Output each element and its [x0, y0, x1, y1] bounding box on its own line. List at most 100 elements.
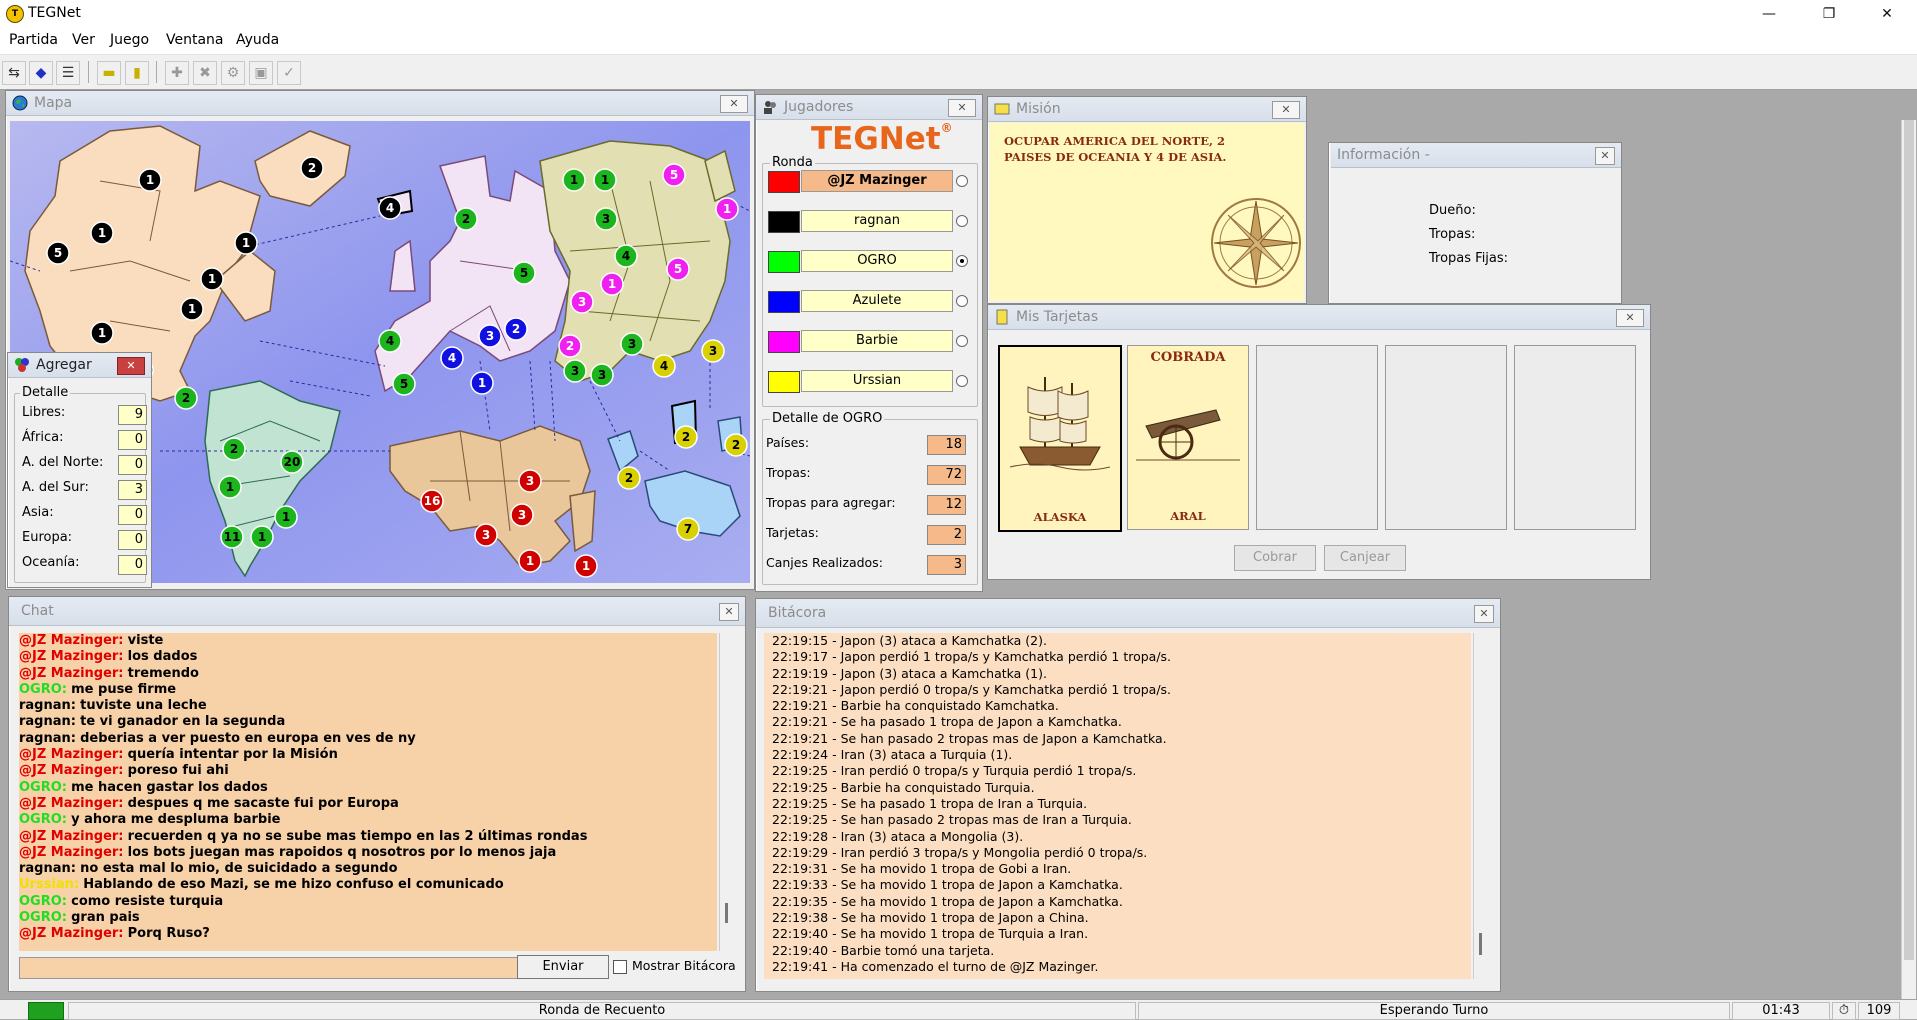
close-icon[interactable]: ✕: [117, 357, 145, 375]
toolbar: ⇆ ◆ ☰ ▬ ▮ ✚ ✖ ⚙ ▣ ✓: [0, 55, 1917, 90]
close-icon[interactable]: ✕: [1474, 605, 1494, 623]
chat-scrollbar[interactable]: [719, 633, 734, 951]
agregar-value[interactable]: 0: [118, 530, 147, 550]
chat-author: OGRO:: [19, 681, 67, 697]
card-slot[interactable]: [1256, 345, 1378, 530]
attack-icon[interactable]: ✖: [193, 61, 217, 85]
chat-message: tremendo: [127, 665, 199, 681]
globe-icon: [12, 95, 28, 111]
card-exchange-icon[interactable]: ▣: [249, 61, 273, 85]
chat-line: @JZ Mazinger: Porq Ruso?: [19, 926, 717, 942]
player-row[interactable]: Azulete: [768, 289, 968, 313]
game-log[interactable]: 22:19:15 - Japon (3) ataca a Kamchatka (…: [764, 633, 1471, 979]
list-icon[interactable]: ☰: [56, 61, 80, 85]
menu-ayuda[interactable]: Ayuda: [236, 32, 279, 48]
close-icon[interactable]: ✕: [720, 95, 748, 113]
mission-icon: [994, 101, 1010, 117]
menu-ver[interactable]: Ver: [72, 32, 95, 48]
player-row[interactable]: ragnan: [768, 209, 968, 233]
player-turn-radio[interactable]: [956, 215, 968, 227]
info-window-title: Información - ✕: [1331, 143, 1621, 168]
detail-value: 2: [927, 525, 966, 545]
chat-author: Urssian:: [19, 877, 80, 893]
card-slot[interactable]: ALASKA: [998, 345, 1122, 532]
detail-value: 18: [927, 435, 966, 455]
add-icon[interactable]: ✚: [165, 61, 189, 85]
chat-line: @JZ Mazinger: recuerden q ya no se sube …: [19, 829, 717, 845]
info-title-text: Información -: [1337, 147, 1430, 163]
chat-message: Porq Ruso?: [127, 926, 210, 942]
mdi-scrollbar[interactable]: [1901, 120, 1916, 1000]
army-count: 3: [482, 528, 490, 542]
minimize-button[interactable]: —: [1746, 0, 1792, 28]
detail-value: 12: [927, 495, 966, 515]
close-button[interactable]: ✕: [1864, 0, 1910, 28]
agregar-row: Libres: 9: [22, 405, 147, 427]
army-count: 1: [146, 173, 154, 187]
log-line: 22:19:28 - Iran (3) ataca a Mongolia (3)…: [772, 828, 1024, 844]
connect-icon[interactable]: ⇆: [2, 61, 26, 85]
regroup-icon[interactable]: ⚙: [221, 61, 245, 85]
agregar-label: Asia:: [22, 505, 54, 520]
chat-input[interactable]: [19, 957, 521, 979]
agregar-value[interactable]: 9: [118, 405, 147, 425]
close-icon[interactable]: ✕: [948, 99, 976, 117]
card-slot[interactable]: COBRADA ARAL: [1127, 345, 1249, 530]
army-count: 20: [284, 455, 301, 469]
window-title: TEGNet: [28, 5, 81, 21]
send-button[interactable]: Enviar: [517, 955, 609, 979]
dice-icon[interactable]: ◆: [29, 61, 53, 85]
player-turn-radio[interactable]: [956, 295, 968, 307]
menu-partida[interactable]: Partida: [9, 32, 58, 48]
card-slot[interactable]: [1514, 345, 1636, 530]
army-count: 5: [400, 377, 408, 391]
player-turn-radio[interactable]: [956, 335, 968, 347]
player-row[interactable]: OGRO: [768, 249, 968, 273]
card-slot[interactable]: [1385, 345, 1507, 530]
mission-icon[interactable]: ▬: [97, 61, 121, 85]
menu-juego[interactable]: Juego: [110, 32, 149, 48]
end-turn-icon[interactable]: ✓: [277, 61, 301, 85]
chat-line: OGRO: como resiste turquia: [19, 894, 717, 910]
menu-ventana[interactable]: Ventana: [166, 32, 224, 48]
player-row[interactable]: Urssian: [768, 369, 968, 393]
player-row[interactable]: @JZ Mazinger: [768, 169, 968, 193]
player-row[interactable]: Barbie: [768, 329, 968, 353]
agregar-value[interactable]: 0: [118, 505, 147, 525]
canjear-button[interactable]: Canjear: [1324, 545, 1406, 571]
agregar-value[interactable]: 3: [118, 480, 147, 500]
players-window-title: Jugadores ✕: [756, 95, 982, 120]
chat-message: despues q me sacaste fui por Europa: [127, 795, 399, 811]
detail-row: Tropas para agregar: 12: [766, 495, 966, 519]
players-icon: [762, 99, 778, 115]
army-count: 5: [670, 168, 678, 182]
chat-message: los dados: [127, 649, 198, 665]
army-count: 11: [224, 530, 241, 544]
close-icon[interactable]: ✕: [1595, 147, 1615, 165]
close-icon[interactable]: ✕: [1272, 101, 1300, 119]
player-name: Urssian: [801, 370, 953, 392]
chat-message: quería intentar por la Misión: [127, 747, 338, 763]
cobrar-button[interactable]: Cobrar: [1234, 545, 1316, 571]
army-count: 16: [424, 494, 441, 508]
log-scrollbar[interactable]: [1473, 633, 1488, 979]
player-turn-radio[interactable]: [956, 255, 968, 267]
detail-label: Tarjetas:: [766, 525, 819, 540]
maximize-button[interactable]: ❐: [1806, 0, 1852, 28]
show-log-checkbox[interactable]: [613, 960, 627, 974]
close-icon[interactable]: ✕: [719, 603, 739, 621]
agregar-value[interactable]: 0: [118, 455, 147, 475]
army-count: 5: [520, 266, 528, 280]
player-color-swatch: [768, 371, 800, 393]
close-icon[interactable]: ✕: [1616, 309, 1644, 327]
player-turn-radio[interactable]: [956, 375, 968, 387]
agregar-value[interactable]: 0: [118, 430, 147, 450]
log-line: 22:19:35 - Se ha movido 1 tropa de Japon…: [772, 893, 1123, 909]
chat-log[interactable]: @JZ Mazinger: viste @JZ Mazinger: los dad…: [19, 633, 717, 951]
detail-row: Canjes Realizados: 3: [766, 555, 966, 579]
player-turn-radio[interactable]: [956, 175, 968, 187]
title-bar: T TEGNet — ❐ ✕: [0, 0, 1917, 28]
chat-message: los bots juegan mas rapoidos q nosotros …: [127, 844, 557, 860]
agregar-value[interactable]: 0: [118, 555, 147, 575]
cards-icon[interactable]: ▮: [125, 61, 149, 85]
